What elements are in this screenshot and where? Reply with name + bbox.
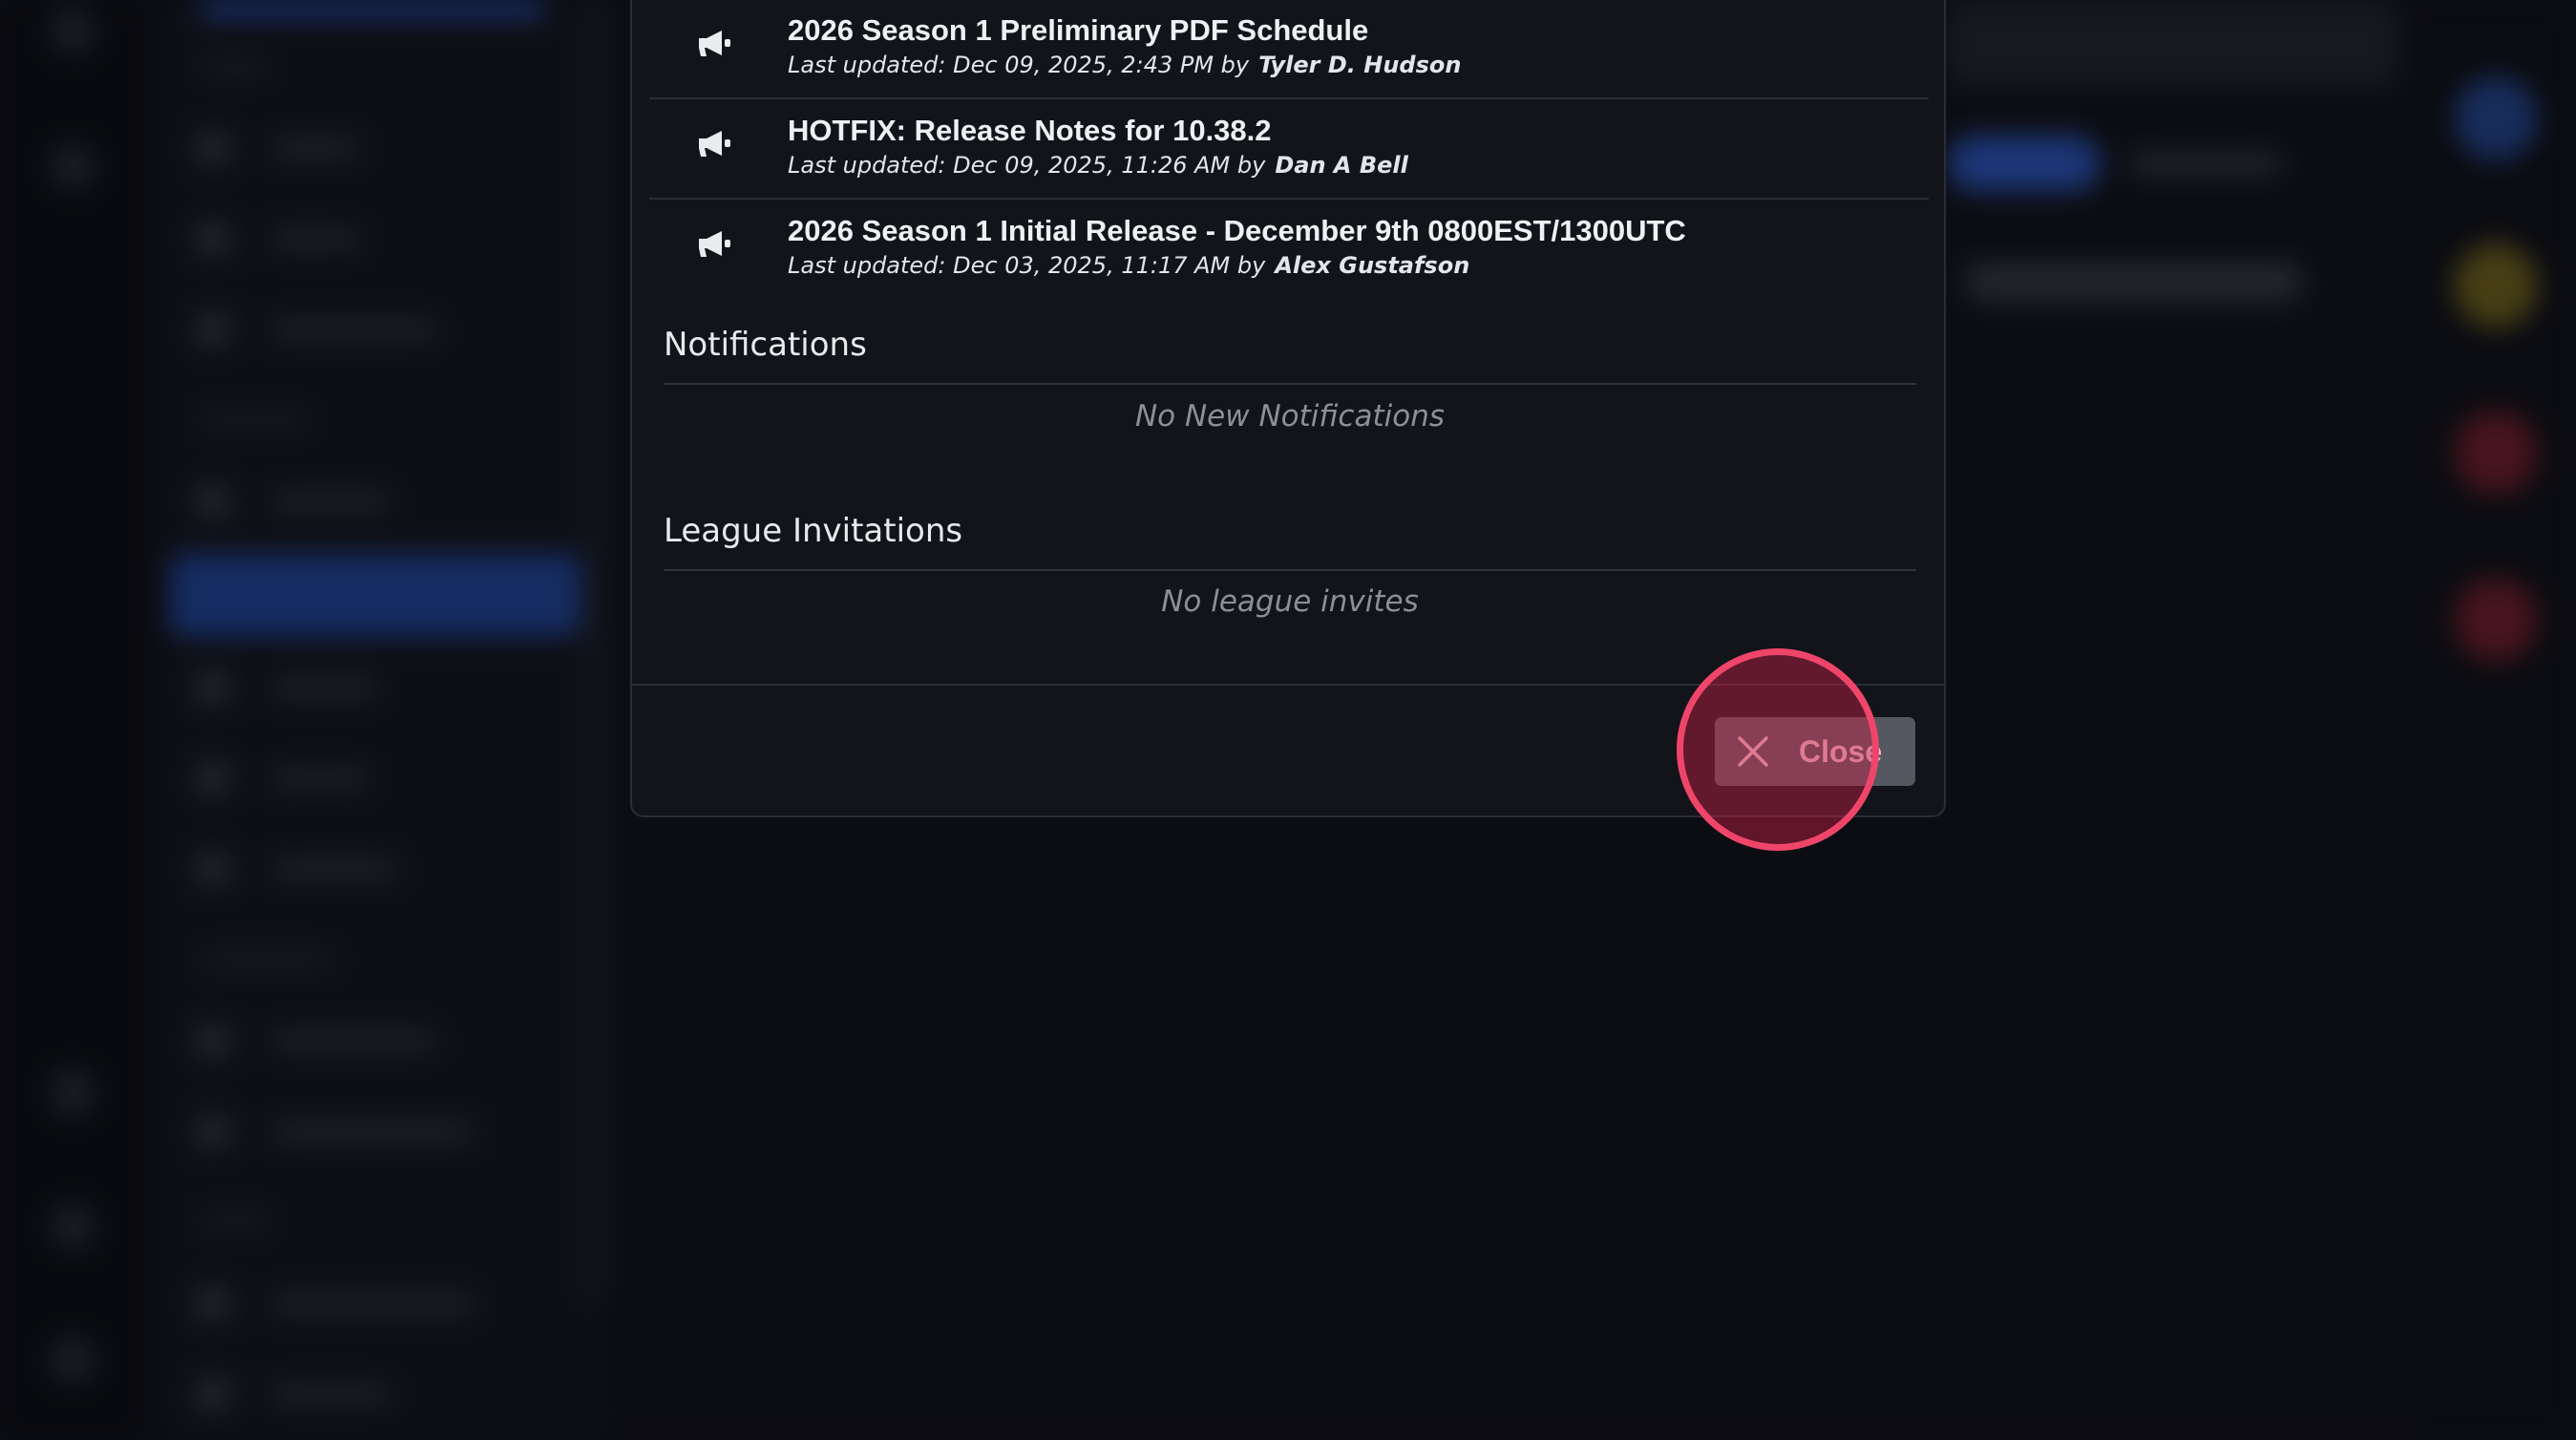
announcement-updated: Last updated: Dec 09, 2025, 2:43 PM by xyxy=(788,52,1250,78)
divider xyxy=(649,198,1929,200)
announcement-title[interactable]: 2026 Season 1 Initial Release - December… xyxy=(788,214,1686,248)
announcement-author: Alex Gustafson xyxy=(1275,252,1470,279)
close-icon xyxy=(1738,736,1768,767)
announcement-meta: Last updated: Dec 09, 2025, 2:43 PM by Ty… xyxy=(788,52,1461,78)
announcement-updated: Last updated: Dec 09, 2025, 11:26 AM by xyxy=(788,152,1266,179)
announcement-item[interactable]: 2026 Season 1 Initial Release - December… xyxy=(649,201,1929,300)
announcement-item[interactable]: 2026 Season 1 Preliminary PDF Schedule L… xyxy=(649,0,1929,99)
announcement-meta: Last updated: Dec 03, 2025, 11:17 AM by A… xyxy=(788,252,1469,279)
megaphone-icon xyxy=(699,31,730,56)
close-button[interactable]: Close xyxy=(1715,717,1915,786)
megaphone-icon xyxy=(699,231,730,257)
notifications-heading: Notifications xyxy=(664,326,867,364)
divider xyxy=(664,569,1916,571)
divider xyxy=(664,383,1916,385)
league-invitations-empty-text: No league invites xyxy=(1161,584,1419,619)
megaphone-icon xyxy=(699,131,730,157)
close-button-label: Close xyxy=(1799,734,1883,769)
announcement-title[interactable]: 2026 Season 1 Preliminary PDF Schedule xyxy=(788,13,1368,48)
modal-footer-divider xyxy=(632,684,1944,686)
announcement-meta: Last updated: Dec 09, 2025, 11:26 AM by D… xyxy=(788,152,1408,179)
notifications-empty-text: No New Notifications xyxy=(1134,399,1445,434)
announcement-title[interactable]: HOTFIX: Release Notes for 10.38.2 xyxy=(788,114,1272,148)
announcement-updated: Last updated: Dec 03, 2025, 11:17 AM by xyxy=(788,252,1266,279)
league-invitations-heading: League Invitations xyxy=(664,512,963,550)
inbox-modal: 2026 Season 1 Preliminary PDF Schedule L… xyxy=(630,0,1946,817)
announcement-author: Dan A Bell xyxy=(1275,152,1408,179)
announcement-item[interactable]: HOTFIX: Release Notes for 10.38.2 Last u… xyxy=(649,100,1929,200)
announcement-author: Tyler D. Hudson xyxy=(1258,52,1462,78)
divider xyxy=(649,97,1929,99)
